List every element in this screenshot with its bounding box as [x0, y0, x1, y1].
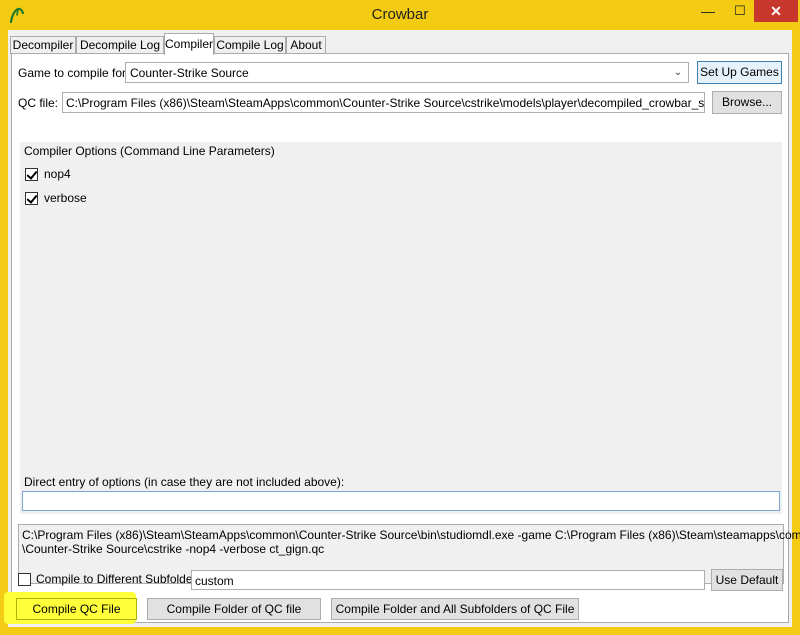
- compile-qc-file-button[interactable]: Compile QC File: [16, 598, 137, 620]
- command-line-text-1: C:\Program Files (x86)\Steam\SteamApps\c…: [22, 528, 800, 542]
- direct-entry-label: Direct entry of options (in case they ar…: [24, 475, 345, 489]
- game-select[interactable]: Counter-Strike Source ⌄: [125, 62, 689, 83]
- nop4-label: nop4: [44, 167, 71, 181]
- app-window: Crowbar — ☐ ✕ Decompiler Decompile Log C…: [0, 0, 800, 635]
- close-button[interactable]: ✕: [754, 0, 798, 22]
- window-title: Crowbar: [371, 6, 429, 23]
- compile-all-subfolders-button[interactable]: Compile Folder and All Subfolders of QC …: [331, 598, 579, 620]
- qc-file-label: QC file:: [18, 96, 59, 110]
- verbose-label: verbose: [44, 191, 87, 205]
- browse-button[interactable]: Browse...: [712, 91, 782, 114]
- subfolder-value: custom: [195, 574, 234, 588]
- subfolder-input[interactable]: custom: [191, 570, 705, 590]
- client-area: Decompiler Decompile Log Compiler Compil…: [8, 30, 800, 627]
- chevron-down-icon[interactable]: ⌄: [670, 64, 686, 81]
- command-line-text-2: \Counter-Strike Source\cstrike -nop4 -ve…: [22, 542, 325, 556]
- tab-about[interactable]: About: [286, 36, 326, 54]
- nop4-checkbox[interactable]: [25, 168, 38, 181]
- use-default-button[interactable]: Use Default: [711, 569, 783, 591]
- compile-subfolder-checkbox[interactable]: [18, 573, 31, 586]
- minimize-button[interactable]: —: [690, 0, 726, 24]
- tab-compile-log[interactable]: Compile Log: [214, 36, 286, 54]
- tab-decompile-log[interactable]: Decompile Log: [76, 36, 164, 54]
- compiler-options-group: Compiler Options (Command Line Parameter…: [20, 142, 782, 514]
- close-icon: ✕: [770, 3, 782, 19]
- tab-compiler[interactable]: Compiler: [164, 33, 214, 55]
- tab-decompiler[interactable]: Decompiler: [10, 36, 76, 54]
- direct-entry-input[interactable]: [22, 491, 780, 511]
- qc-file-input[interactable]: C:\Program Files (x86)\Steam\SteamApps\c…: [62, 92, 705, 113]
- compiler-panel: Game to compile for: Counter-Strike Sour…: [11, 53, 800, 623]
- game-label: Game to compile for:: [18, 66, 130, 80]
- compile-folder-button[interactable]: Compile Folder of QC file: [147, 598, 321, 620]
- compile-subfolder-label: Compile to Different Subfolder:: [36, 572, 200, 586]
- maximize-button[interactable]: ☐: [726, 0, 754, 24]
- set-up-games-button[interactable]: Set Up Games: [697, 61, 782, 84]
- verbose-checkbox[interactable]: [25, 192, 38, 205]
- qc-file-value: C:\Program Files (x86)\Steam\SteamApps\c…: [66, 96, 705, 110]
- maximize-icon: ☐: [734, 3, 746, 18]
- compiler-options-label: Compiler Options (Command Line Parameter…: [24, 144, 275, 158]
- title-bar[interactable]: Crowbar — ☐ ✕: [0, 0, 800, 30]
- game-selected-value: Counter-Strike Source: [130, 66, 249, 80]
- minimize-icon: —: [701, 3, 715, 19]
